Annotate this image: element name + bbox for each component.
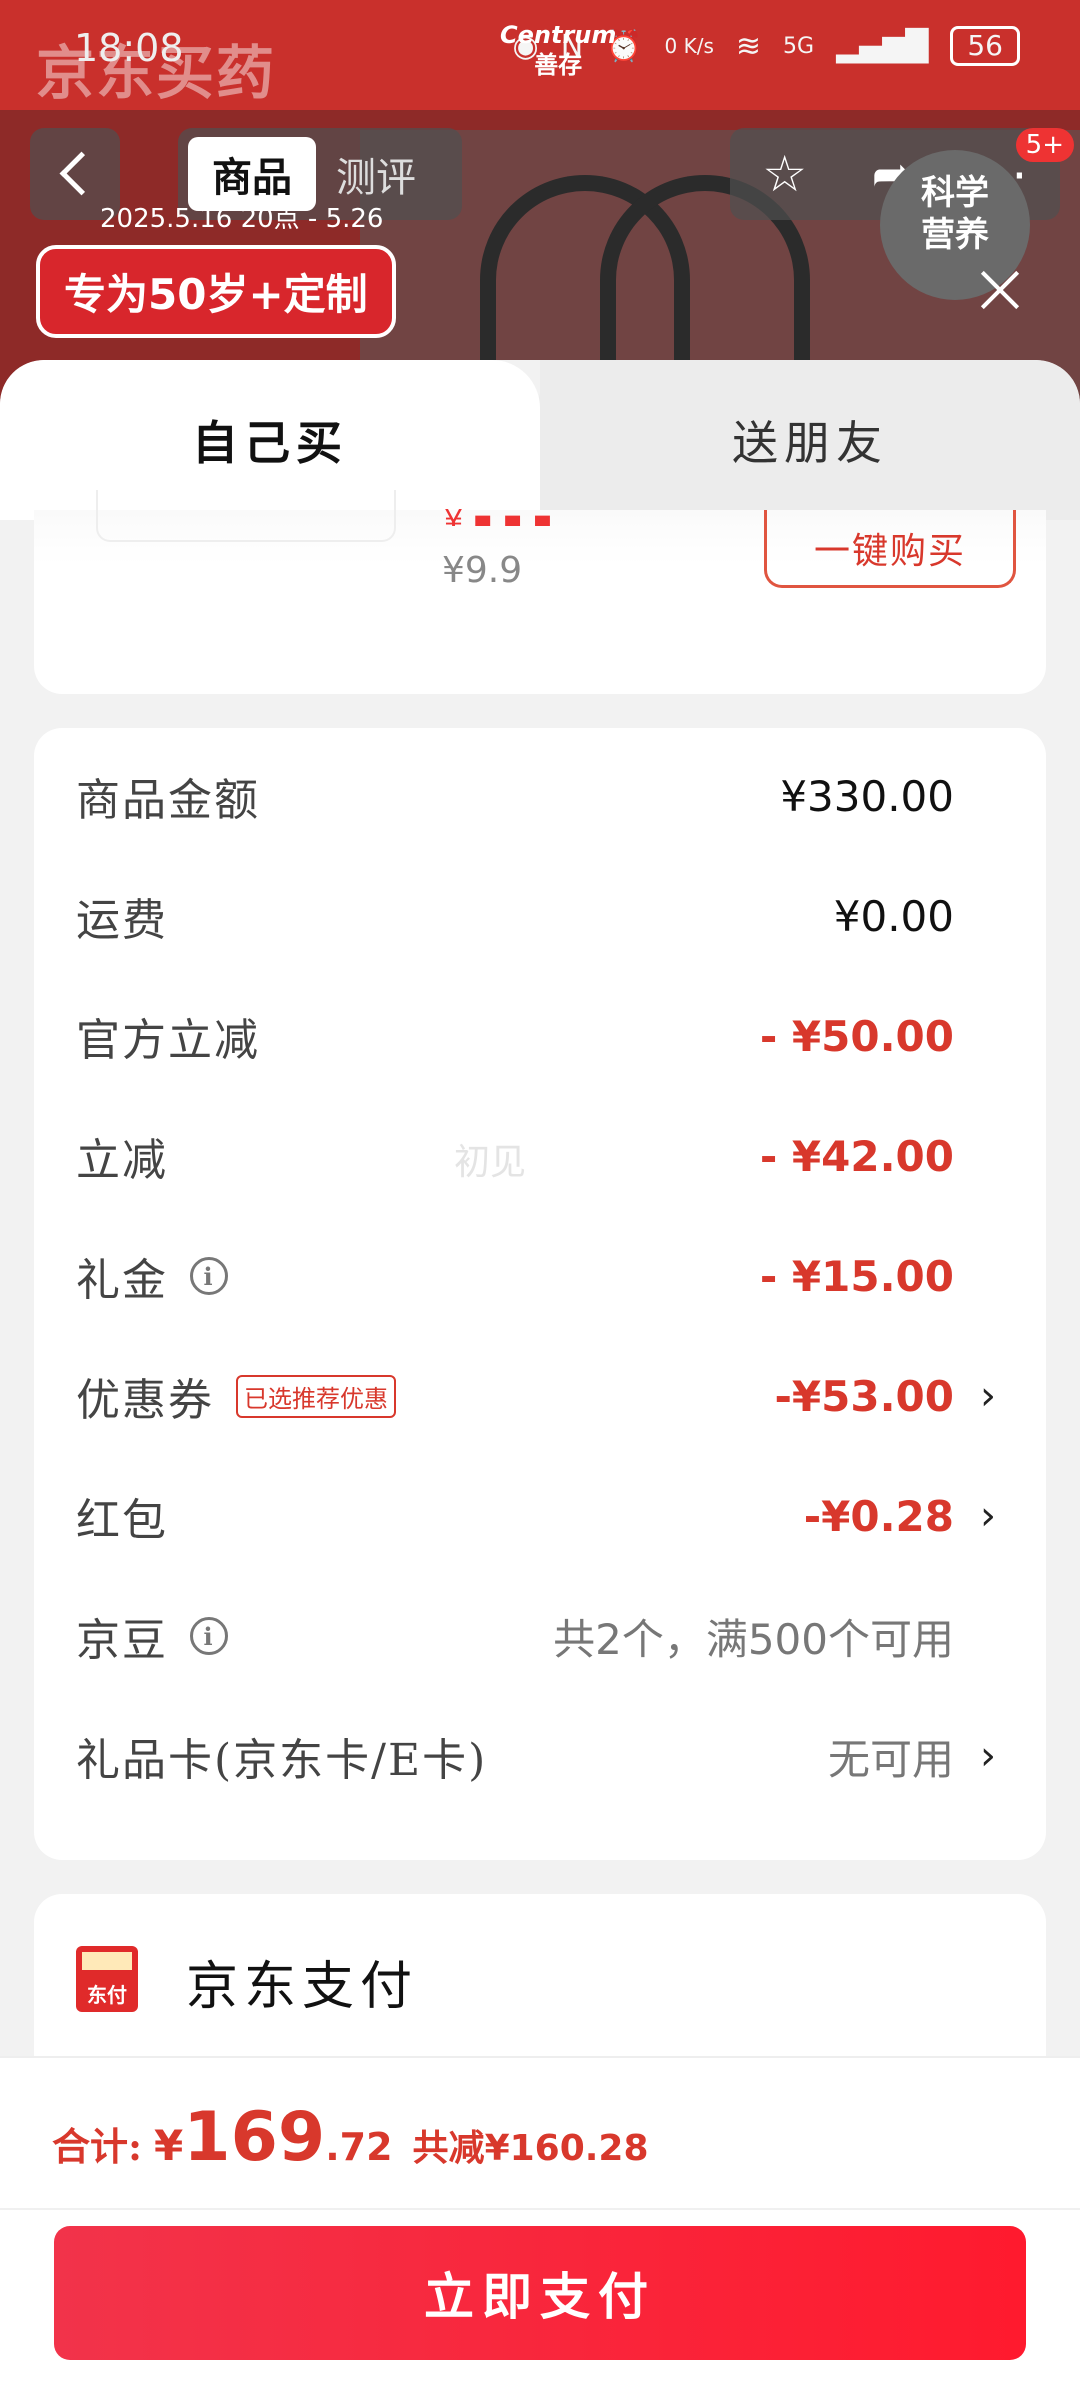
row-value: ¥330.00 [780,771,954,821]
row-value: - ¥42.00 [759,1131,954,1181]
total-label: 合计: [52,2124,143,2169]
wifi-icon: ≋ [735,28,762,64]
tab-buy-self-label: 自己买 [192,416,348,470]
seal-line-1: 科学 [921,173,989,213]
discount-amount: ¥160.28 [484,2128,649,2169]
tab-send-friend[interactable]: 送朋友 [540,360,1080,520]
net-speed: 0 K/s [664,34,714,58]
sku-price-partial: ¥ ▪ ▪ ▪ [444,504,553,526]
row-label: 官方立减 [76,1015,260,1066]
brand-name-cn: 善存 [534,51,583,79]
row-instant-discount: 立减 - ¥42.00 [34,1106,1046,1206]
row-label: 运费 [76,895,168,946]
signal-icon: ▂▄▆█ [836,28,929,64]
row-gift-money: 礼金 i - ¥15.00 [34,1226,1046,1326]
row-value: ¥0.00 [833,891,954,941]
row-official-discount: 官方立减 - ¥50.00 [34,986,1046,1086]
sku-card: ¥ ▪ ▪ ▪ ¥9.9 一键购买 [34,490,1046,694]
pay-now-button[interactable]: 立即支付 [54,2226,1026,2360]
info-icon[interactable]: i [190,1617,228,1655]
payment-method-label: 京东支付 [186,1957,419,2017]
sku-thumbnail [96,490,396,542]
row-goods-amount: 商品金额 ¥330.00 [34,746,1046,846]
total-integer: 169 [183,2098,326,2177]
row-label: 商品金额 [76,775,260,826]
brand-logo: Centrum 善存 [500,20,616,80]
info-icon[interactable]: i [190,1257,228,1295]
row-value: -¥53.00 [774,1371,954,1421]
total-currency: ¥ [154,2121,184,2170]
promo-date: 2025.5.16 20点 - 5.26 [100,204,384,234]
row-shipping: 运费 ¥0.00 [34,866,1046,966]
row-label: 礼品卡(京东卡/E卡) [76,1735,488,1786]
seal-line-2: 营养 [921,215,989,255]
product-page-background: 京东买药 18:08 ◉ N ⏰ 0 K/s ≋ 5G ▂▄▆█ 56 Cent… [0,0,1080,420]
sku-price: ¥9.9 [442,550,523,591]
one-click-buy-button[interactable]: 一键购买 [764,510,1016,588]
row-label: 立减 [76,1135,168,1186]
chevron-right-icon: › [980,1733,996,1779]
message-badge: 5+ [1015,128,1074,162]
close-icon[interactable] [975,265,1025,315]
discount-label: 共减 [412,2127,485,2169]
recommended-tag: 已选推荐优惠 [236,1374,396,1418]
fee-details-card: 初见 商品金额 ¥330.00 运费 ¥0.00 官方立减 - ¥50.00 立… [34,728,1046,1860]
battery-icon: 56 [950,26,1020,66]
row-value: - ¥50.00 [759,1011,954,1061]
row-label: 京豆 [76,1615,168,1666]
checkout-bottom-bar: 合计: ¥ 169 .72 共减 ¥160.28 立即支付 [0,2056,1080,2400]
row-value: -¥0.28 [803,1491,954,1541]
row-label: 礼金 [76,1255,168,1306]
row-red-packet[interactable]: 红包 -¥0.28 › [34,1466,1046,1566]
divider [0,2208,1080,2210]
row-jd-beans: 京豆 i 共2个，满500个可用 [34,1586,1046,1686]
promo-banner: 专为50岁+定制 [36,245,396,338]
row-gift-card[interactable]: 礼品卡(京东卡/E卡) 无可用 › [34,1706,1046,1806]
tab-send-friend-label: 送朋友 [732,416,888,470]
row-label: 优惠券 [76,1375,214,1426]
total-decimal: .72 [325,2125,393,2169]
order-total: 合计: ¥ 169 .72 共减 ¥160.28 [52,2098,649,2177]
chevron-right-icon: › [980,1493,996,1539]
row-value: 共2个，满500个可用 [553,1614,954,1664]
row-value: - ¥15.00 [759,1251,954,1301]
chevron-right-icon: › [980,1373,996,1419]
row-value: 无可用 [827,1734,954,1784]
status-time: 18:08 [74,26,184,70]
star-icon[interactable]: ☆ [762,145,807,203]
network-type: 5G [783,33,815,59]
jd-pay-icon-text: 东付 [87,1983,127,2007]
row-coupon[interactable]: 优惠券 已选推荐优惠 -¥53.00 › [34,1346,1046,1446]
row-label: 红包 [76,1495,168,1546]
jd-pay-icon: 东付 [76,1946,138,2012]
brand-name-en: Centrum [500,21,617,49]
